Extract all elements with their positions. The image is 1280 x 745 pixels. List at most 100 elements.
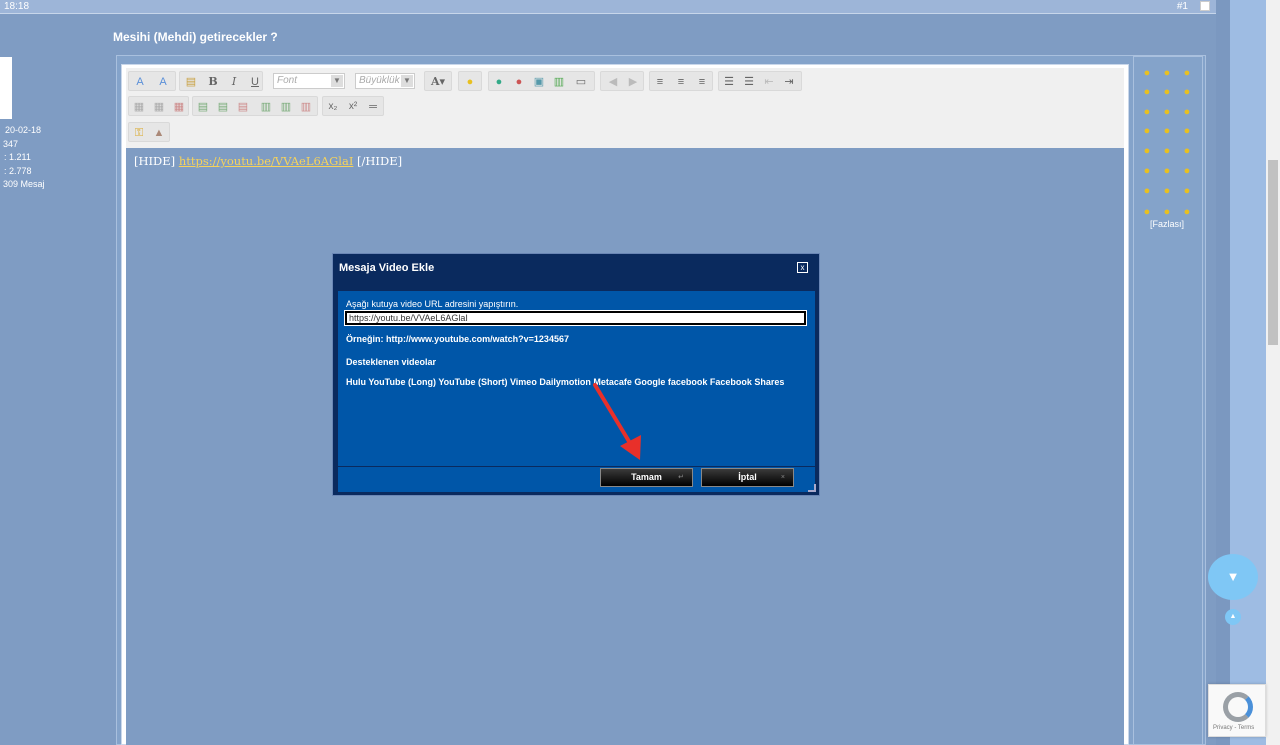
smiley-icon[interactable]: ●: [1140, 124, 1154, 138]
image-icon[interactable]: ▣: [532, 75, 546, 89]
scroll-down-button[interactable]: ▼: [1208, 554, 1258, 600]
recaptcha-badge[interactable]: Privacy - Terms: [1208, 684, 1266, 737]
smiley-icon[interactable]: ●: [1140, 85, 1154, 99]
insert-row-below-icon[interactable]: ▤: [216, 100, 230, 114]
user-stat-posts: 347: [3, 138, 19, 149]
post-time: 18:18: [4, 1, 30, 12]
dialog-header: Mesaja Video Ekle x: [333, 254, 819, 280]
insert-row-above-icon[interactable]: ▤: [196, 100, 210, 114]
smiley-icon[interactable]: ●: [1160, 144, 1174, 158]
avatar[interactable]: [0, 57, 12, 119]
smiley-icon[interactable]: ●: [1180, 184, 1194, 198]
smiley-icon[interactable]: ●: [1180, 66, 1194, 80]
align-right-icon[interactable]: ≡: [695, 75, 709, 89]
user-stat-likes: : 1.211: [4, 152, 31, 162]
table-props-icon[interactable]: ▦: [152, 100, 166, 114]
scroll-up-button[interactable]: ▲: [1225, 609, 1241, 625]
toolbar-group-disabled: ◀ ▶: [600, 71, 644, 91]
underline-icon[interactable]: U: [248, 75, 262, 89]
dialog-title: Mesaja Video Ekle: [339, 262, 435, 274]
smiley-icon[interactable]: ●: [1140, 144, 1154, 158]
resize-handle[interactable]: [808, 484, 816, 492]
video-icon[interactable]: ▥: [552, 75, 566, 89]
chevron-down-icon: ▼: [401, 75, 413, 87]
font-color-icon[interactable]: A▾: [427, 75, 449, 89]
hide-open-tag: [HIDE]: [134, 154, 179, 168]
smiley-icon[interactable]: ●: [1180, 85, 1194, 99]
scrollbar-thumb[interactable]: [1268, 160, 1278, 345]
align-left-icon[interactable]: ≡: [653, 75, 667, 89]
unordered-list-icon[interactable]: ☰: [742, 75, 756, 89]
toolbar-group-insert: ● ● ▣ ▥ ▭: [488, 71, 595, 91]
cancel-button[interactable]: İptal ×: [701, 468, 794, 487]
link-icon[interactable]: ●: [492, 75, 506, 89]
table-icon[interactable]: ▦: [132, 100, 146, 114]
smiley-icon[interactable]: ●: [1160, 66, 1174, 80]
italic-icon[interactable]: I: [227, 75, 241, 89]
user-stat-points: : 2.778: [4, 165, 32, 176]
smiley-icon[interactable]: ●: [1160, 164, 1174, 178]
close-icon[interactable]: x: [797, 262, 808, 273]
smiley-icon[interactable]: ●: [1180, 124, 1194, 138]
font-select[interactable]: Font ▼: [273, 73, 345, 89]
quote-icon[interactable]: ▭: [574, 75, 588, 89]
recaptcha-terms[interactable]: Privacy - Terms: [1213, 725, 1254, 731]
toolbar-group-align: ≡ ≡ ≡: [649, 71, 713, 91]
insert-col-left-icon[interactable]: ▥: [259, 100, 273, 114]
more-smileys-link[interactable]: [Fazlası]: [1150, 219, 1184, 229]
paste-icon[interactable]: ▤: [184, 75, 198, 89]
ok-shortcut-icon: ↵: [678, 474, 684, 481]
indent-icon[interactable]: ⇥: [782, 75, 796, 89]
horizontal-rule-icon[interactable]: ═: [366, 100, 380, 114]
key-icon[interactable]: ⚿: [132, 126, 146, 140]
ok-button[interactable]: Tamam ↵: [600, 468, 693, 487]
smiley-icon[interactable]: ●: [1160, 85, 1174, 99]
undo-icon[interactable]: ◀: [606, 75, 620, 89]
post-select-checkbox[interactable]: [1200, 1, 1210, 11]
bold-icon[interactable]: B: [206, 75, 220, 89]
user-message-count: 309 Mesaj: [3, 179, 45, 189]
post-number-link[interactable]: #1: [1177, 1, 1188, 12]
subscript-icon[interactable]: x₂: [326, 100, 340, 114]
remove-format-icon[interactable]: A: [133, 75, 147, 89]
smiley-icon[interactable]: ●: [1180, 164, 1194, 178]
smiley-icon[interactable]: ●: [1180, 205, 1194, 219]
unlink-icon[interactable]: ●: [512, 75, 526, 89]
smiley-icon[interactable]: ●: [1140, 66, 1154, 80]
toolbar-group-script: x₂ x² ═: [322, 96, 384, 116]
smiley-icon[interactable]: ●: [1140, 164, 1154, 178]
video-link[interactable]: https://youtu.be/VVAeL6AGlaI: [179, 154, 354, 168]
smiley-icon[interactable]: ●: [463, 75, 477, 89]
thread-title: Mesihi (Mehdi) getirecekler ?: [113, 30, 278, 44]
smiley-icon[interactable]: ●: [1160, 124, 1174, 138]
table-delete-icon[interactable]: ▦: [172, 100, 186, 114]
outdent-icon[interactable]: ⇤: [762, 75, 776, 89]
smiley-icon[interactable]: ●: [1140, 184, 1154, 198]
video-url-input[interactable]: [344, 310, 807, 326]
smiley-icon[interactable]: ●: [1180, 105, 1194, 119]
size-select[interactable]: Büyüklük ▼: [355, 73, 415, 89]
scrollbar[interactable]: [1266, 0, 1280, 745]
smiley-icon[interactable]: ●: [1140, 105, 1154, 119]
smiley-icon[interactable]: ●: [1140, 205, 1154, 219]
align-center-icon[interactable]: ≡: [674, 75, 688, 89]
toolbar-group-table-rows: ▤ ▤ ▤ ▥ ▥ ▥: [192, 96, 318, 116]
superscript-icon[interactable]: x²: [346, 100, 360, 114]
hide-content-icon[interactable]: ▲: [152, 126, 166, 140]
delete-row-icon[interactable]: ▤: [236, 100, 250, 114]
insert-col-right-icon[interactable]: ▥: [279, 100, 293, 114]
smiley-icon[interactable]: ●: [1160, 184, 1174, 198]
smiley-icon[interactable]: ●: [1180, 144, 1194, 158]
toolbar-group-smiley: ●: [458, 71, 482, 91]
toolbar-group-table: ▦ ▦ ▦: [128, 96, 189, 116]
ok-button-label: Tamam: [631, 472, 662, 482]
ordered-list-icon[interactable]: ☰: [722, 75, 736, 89]
editor-text: [HIDE] https://youtu.be/VVAeL6AGlaI [/HI…: [134, 154, 402, 168]
clear-style-icon[interactable]: A: [156, 75, 170, 89]
smiley-icon[interactable]: ●: [1160, 105, 1174, 119]
chevron-down-icon: ▼: [331, 75, 343, 87]
redo-icon[interactable]: ▶: [626, 75, 640, 89]
smiley-icon[interactable]: ●: [1160, 205, 1174, 219]
delete-col-icon[interactable]: ▥: [299, 100, 313, 114]
hide-close-tag: [/HIDE]: [353, 154, 403, 168]
